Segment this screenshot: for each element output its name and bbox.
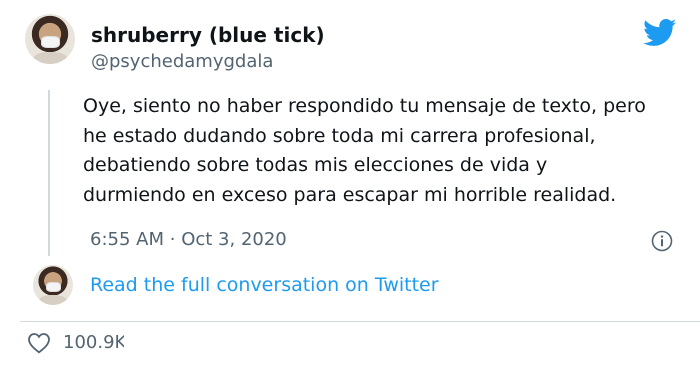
author-display-name[interactable]: shruberry (blue tick) (91, 23, 325, 47)
tweet-text: Oye, siento no haber respondido tu mensa… (83, 92, 683, 210)
info-icon[interactable] (651, 230, 673, 252)
heart-icon[interactable] (27, 332, 51, 354)
thread-connector-line (48, 90, 50, 256)
footer-divider (20, 321, 700, 322)
meta-separator: · (169, 229, 176, 250)
tweet-timestamp[interactable]: 6:55 AM · Oct 3, 2020 (90, 229, 287, 250)
read-conversation-link[interactable]: Read the full conversation on Twitter (90, 274, 439, 296)
twitter-bird-icon[interactable] (643, 19, 677, 47)
tweet-text-line: durmiendo en exceso para escapar mi horr… (83, 183, 617, 206)
tweet-date: Oct 3, 2020 (181, 229, 287, 250)
author-handle[interactable]: @psychedamygdala (91, 51, 273, 72)
face-mask (46, 283, 61, 292)
reply-avatar[interactable] (33, 265, 73, 305)
face-mask (42, 37, 59, 47)
tweet-text-line: he estado dudando sobre toda mi carrera … (83, 124, 596, 147)
like-count[interactable]: 100.9K (63, 332, 124, 353)
avatar-body (32, 52, 68, 64)
tweet-text-line: Oye, siento no haber respondido tu mensa… (83, 95, 646, 117)
tweet-time: 6:55 AM (90, 229, 164, 250)
avatar-body (39, 295, 67, 305)
tweet-text-line: debatiendo sobre todas mis elecciones de… (83, 154, 548, 176)
author-avatar[interactable] (25, 14, 75, 64)
